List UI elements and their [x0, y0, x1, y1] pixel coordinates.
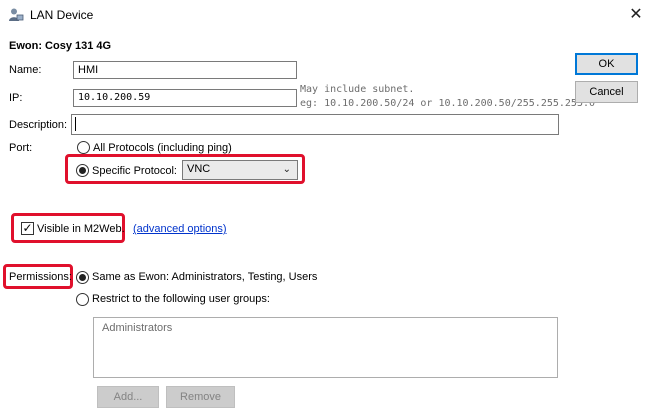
- text-caret: [75, 117, 76, 131]
- advanced-options-link[interactable]: (advanced options): [133, 223, 227, 235]
- list-item[interactable]: Administrators: [94, 318, 557, 338]
- protocol-select[interactable]: VNC ⌄: [182, 160, 298, 180]
- remove-group-button[interactable]: Remove: [166, 386, 235, 408]
- name-label: Name:: [9, 64, 42, 76]
- permissions-label: Permissions:: [9, 271, 72, 283]
- chevron-down-icon: ⌄: [282, 164, 291, 175]
- specific-protocol-label[interactable]: Specific Protocol:: [92, 165, 177, 177]
- user-device-icon: [9, 8, 24, 21]
- ip-field[interactable]: 10.10.200.59: [73, 89, 297, 107]
- description-field[interactable]: [71, 114, 559, 135]
- all-protocols-label[interactable]: All Protocols (including ping): [93, 142, 232, 154]
- ip-label: IP:: [9, 92, 23, 104]
- protocol-select-value: VNC: [187, 163, 211, 175]
- all-protocols-radio[interactable]: [77, 141, 90, 154]
- ip-hint-line2: eg: 10.10.200.50/24 or 10.10.200.50/255.…: [300, 98, 596, 109]
- user-groups-list[interactable]: Administrators: [93, 317, 558, 378]
- description-label: Description:: [9, 119, 68, 131]
- specific-protocol-radio[interactable]: [76, 164, 89, 177]
- visible-checkbox[interactable]: ✓: [21, 222, 34, 235]
- port-label: Port:: [9, 142, 33, 154]
- add-group-button[interactable]: Add...: [97, 386, 159, 408]
- same-as-ewon-label[interactable]: Same as Ewon: Administrators, Testing, U…: [92, 271, 317, 283]
- ip-hint-line1: May include subnet.: [300, 84, 415, 95]
- same-as-ewon-radio[interactable]: [76, 271, 89, 284]
- name-field[interactable]: HMI: [73, 61, 297, 79]
- restrict-groups-label[interactable]: Restrict to the following user groups:: [92, 293, 270, 305]
- ok-button[interactable]: OK: [575, 53, 638, 75]
- visible-label[interactable]: Visible in M2Web.: [37, 223, 125, 235]
- cancel-button[interactable]: Cancel: [575, 81, 638, 103]
- title-bar: [0, 0, 654, 30]
- close-icon[interactable]: ✕: [622, 4, 650, 26]
- window-title: LAN Device: [30, 8, 94, 22]
- device-heading: Ewon: Cosy 131 4G: [9, 40, 112, 52]
- restrict-groups-radio[interactable]: [76, 293, 89, 306]
